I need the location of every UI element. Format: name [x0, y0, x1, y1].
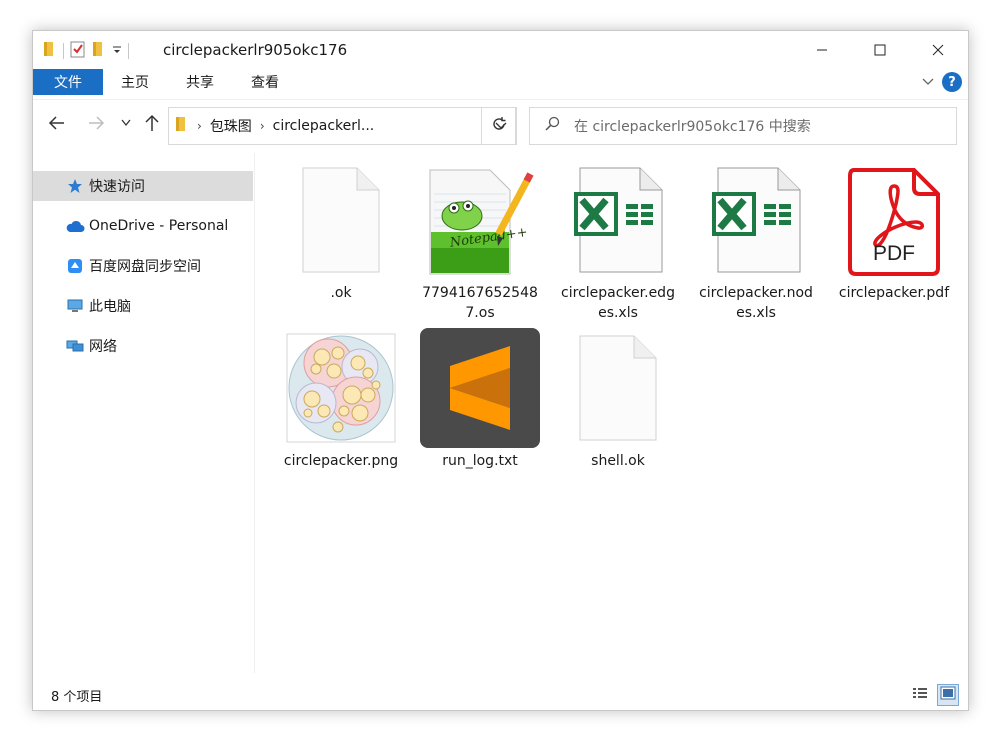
star-icon — [65, 176, 85, 196]
navigation-bar: › 包珠图 › circlepackerl... 在 circlepackerl… — [33, 99, 968, 145]
breadcrumb-segment[interactable]: circlepackerl... — [273, 118, 375, 134]
baidu-netdisk-icon — [65, 256, 85, 276]
new-folder-icon[interactable] — [92, 41, 106, 61]
address-bar[interactable]: › 包珠图 › circlepackerl... — [168, 107, 516, 145]
details-view-button[interactable] — [909, 684, 931, 706]
excel-file-icon — [694, 161, 818, 279]
folder-icon — [43, 41, 57, 61]
toolbar-divider — [63, 43, 64, 59]
navigation-pane: 快速访问 OneDrive - Personal 百度网盘同步空间 此电脑 网络 — [33, 153, 255, 673]
blank-file-icon — [556, 329, 680, 447]
file-name: circlepacker.png — [283, 453, 399, 469]
file-name: 77941676525487.os — [422, 285, 538, 321]
customize-toolbar-dropdown-icon[interactable] — [112, 43, 122, 59]
tab-view[interactable]: 查看 — [251, 69, 279, 95]
network-icon — [65, 336, 85, 356]
pdf-badge-text: PDF — [873, 242, 915, 265]
file-name: circlepacker.edges.xls — [561, 285, 675, 321]
back-arrow-icon[interactable] — [46, 112, 68, 134]
nav-item-this-pc[interactable]: 此电脑 — [33, 291, 253, 321]
properties-icon[interactable] — [70, 40, 86, 62]
close-button[interactable] — [909, 31, 967, 69]
file-name: run_log.txt — [442, 453, 518, 469]
up-arrow-icon[interactable] — [141, 112, 163, 134]
nav-item-baidu-netdisk[interactable]: 百度网盘同步空间 — [33, 251, 253, 281]
minimize-button[interactable] — [793, 31, 851, 69]
large-icons-view-button[interactable] — [937, 684, 959, 706]
item-count: 8 个项目 — [51, 690, 103, 705]
recent-locations-chevron-icon[interactable] — [115, 112, 137, 134]
details-view-icon — [912, 686, 928, 704]
file-name: circlepacker.pdf — [838, 285, 950, 301]
tab-share[interactable]: 共享 — [186, 69, 214, 95]
expand-ribbon-chevron-icon[interactable] — [922, 74, 934, 90]
cloud-icon — [65, 216, 85, 236]
file-item[interactable]: Notepad++ 77941676525487.os — [418, 161, 542, 323]
help-button[interactable]: ? — [942, 72, 962, 92]
blank-file-icon — [279, 161, 403, 279]
nav-item-quick-access[interactable]: 快速访问 — [33, 171, 253, 201]
nav-item-label: 快速访问 — [89, 179, 145, 195]
forward-arrow-icon[interactable] — [85, 112, 107, 134]
computer-icon — [65, 296, 85, 316]
sublime-text-icon — [418, 328, 542, 448]
breadcrumb-chevron-icon[interactable]: › — [197, 119, 202, 133]
file-item[interactable]: circlepacker.nodes.xls — [694, 161, 818, 323]
maximize-button[interactable] — [851, 31, 909, 69]
toolbar-divider — [128, 43, 129, 59]
file-item[interactable]: .ok — [279, 161, 403, 303]
tab-file[interactable]: 文件 — [33, 69, 103, 95]
file-item[interactable]: PDF circlepacker.pdf — [832, 161, 956, 303]
breadcrumb-chevron-icon[interactable]: › — [260, 119, 265, 133]
file-item[interactable]: shell.ok — [556, 329, 680, 471]
nav-item-label: 网络 — [89, 339, 117, 355]
large-icons-view-icon — [940, 686, 956, 704]
breadcrumb-segment[interactable]: 包珠图 — [210, 116, 252, 136]
file-explorer-window: circlepackerlr905okc176 文件 主页 共享 查看 ? › … — [32, 30, 969, 711]
folder-icon — [175, 116, 189, 136]
file-name: .ok — [330, 285, 352, 301]
file-item[interactable]: circlepacker.edges.xls — [556, 161, 680, 323]
search-box[interactable]: 在 circlepackerlr905okc176 中搜索 — [529, 107, 957, 145]
nav-item-network[interactable]: 网络 — [33, 331, 253, 361]
window-title: circlepackerlr905okc176 — [163, 41, 348, 59]
refresh-button[interactable] — [481, 107, 517, 145]
nav-item-label: 百度网盘同步空间 — [89, 259, 201, 275]
search-icon — [544, 116, 560, 136]
ribbon-tabs: 文件 主页 共享 查看 ? — [33, 69, 968, 97]
excel-file-icon — [556, 161, 680, 279]
file-name: circlepacker.nodes.xls — [699, 285, 813, 321]
refresh-icon — [491, 116, 507, 136]
file-view: .ok Notepad++ 77941676525487.os circlepa… — [273, 161, 963, 681]
notepad-plus-plus-icon: Notepad++ — [418, 161, 542, 279]
circle-packing-thumbnail — [279, 329, 403, 447]
nav-item-label: 此电脑 — [89, 299, 131, 315]
status-bar: 8 个项目 — [33, 680, 968, 710]
title-bar: circlepackerlr905okc176 — [33, 31, 968, 69]
search-placeholder: 在 circlepackerlr905okc176 中搜索 — [574, 119, 811, 135]
file-item[interactable]: run_log.txt — [418, 328, 542, 471]
nav-item-label: OneDrive - Personal — [89, 218, 229, 234]
file-item[interactable]: circlepacker.png — [279, 329, 403, 471]
file-name: shell.ok — [591, 453, 645, 469]
quick-access-toolbar — [43, 40, 129, 62]
nav-item-onedrive[interactable]: OneDrive - Personal — [33, 211, 253, 241]
tab-home[interactable]: 主页 — [121, 69, 149, 95]
pdf-file-icon: PDF — [832, 161, 956, 279]
